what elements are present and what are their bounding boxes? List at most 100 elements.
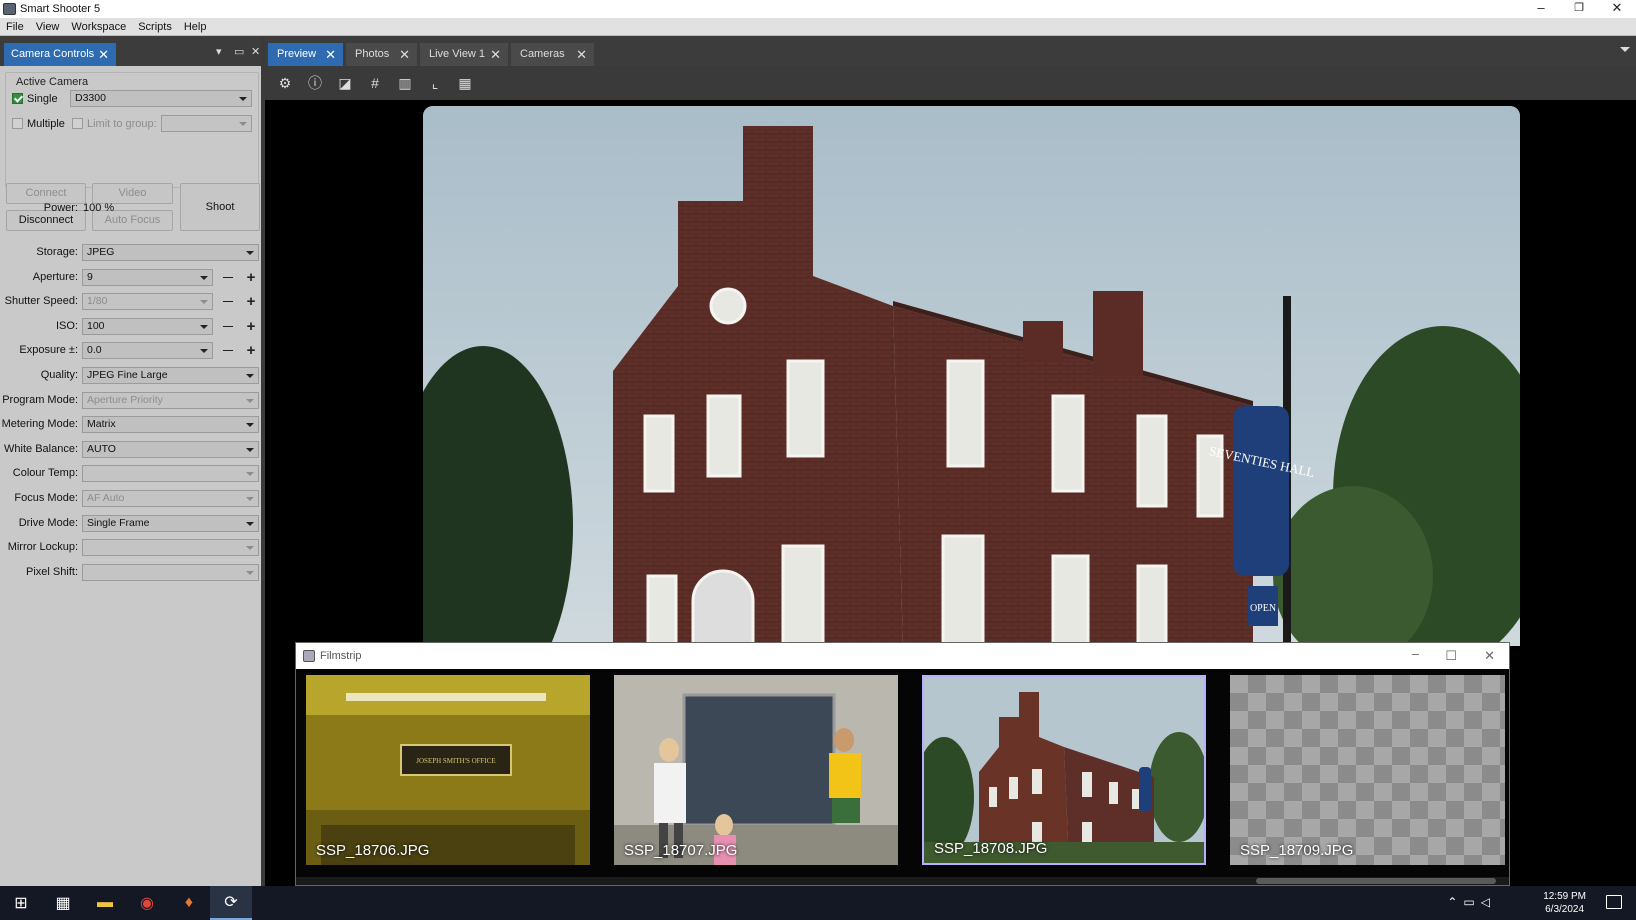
tab-live-view-1[interactable]: Live View 1 ✕ [420,43,508,66]
app-icon[interactable]: ♦ [168,886,210,920]
colour-temp-label: Colour Temp: [12,467,78,479]
drive-mode-value: Single Frame [87,517,150,529]
colour-temp-select[interactable] [82,465,259,482]
tab-camera-controls[interactable]: Camera Controls ✕ [4,43,116,66]
exposure-select[interactable]: 0.0 [82,342,213,359]
iso-decrement-button[interactable]: — [221,319,235,334]
shutter-speed-select[interactable]: 1/80 [82,293,213,310]
metering-mode-value: Matrix [87,418,116,430]
video-button[interactable]: Video [92,183,173,204]
shutter-speed-decrement-button[interactable]: — [221,294,235,309]
mirror-lockup-select[interactable] [82,539,259,556]
close-button[interactable]: ✕ [1598,0,1636,18]
chevron-down-icon [246,399,254,403]
info-icon[interactable]: ⓘ [305,73,325,93]
close-tab-icon[interactable]: ✕ [325,43,336,66]
system-tray-icons[interactable]: ⌃▭◁ [1447,895,1496,909]
quality-select[interactable]: JPEG Fine Large [82,367,259,384]
app-icon [3,3,16,15]
clock[interactable]: 12:59 PM 6/3/2024 [1543,890,1586,916]
chrome-icon[interactable]: ◉ [126,886,168,920]
grid-icon[interactable]: # [365,73,385,93]
limit-group-checkbox[interactable] [72,118,83,129]
minimize-button[interactable]: – [1522,0,1560,18]
maximize-icon[interactable]: ☐ [1445,643,1457,669]
aperture-increment-button[interactable]: + [244,270,258,285]
menu-workspace[interactable]: Workspace [65,21,132,33]
single-checkbox[interactable] [12,93,23,104]
pixel-shift-select[interactable] [82,564,259,581]
aperture-label: Aperture: [32,271,78,283]
qr-icon[interactable]: ▦ [455,73,475,93]
iso-label: ISO: [55,320,78,332]
close-tab-icon[interactable]: ✕ [490,43,501,66]
calculator-icon[interactable]: ▦ [42,886,84,920]
iso-select[interactable]: 100 [82,318,213,335]
chevron-down-icon [246,448,254,452]
chevron-down-icon [200,276,208,280]
focus-points-icon[interactable]: ⌞ [425,73,445,93]
notification-icon[interactable] [1606,895,1622,909]
iso-value: 100 [87,320,105,332]
thumbnail-ssp-18706[interactable]: JOSEPH SMITH'S OFFICE SSP_18706.JPG [306,675,590,865]
windows-start-icon[interactable]: ⊞ [0,886,42,920]
program-mode-value: Aperture Priority [87,394,163,406]
filmstrip-scrollbar[interactable] [296,877,1509,885]
tab-photos[interactable]: Photos ✕ [346,43,417,66]
thumbnail-ssp-18707[interactable]: SSP_18707.JPG [614,675,898,865]
close-icon[interactable]: ✕ [1484,643,1495,669]
gear-icon[interactable]: ⚙ [275,73,295,93]
storage-value: JPEG [87,246,115,258]
menu-file[interactable]: File [0,21,30,33]
panel-menu-icon[interactable]: ▾ [216,45,222,58]
program-mode-select[interactable]: Aperture Priority [82,392,259,409]
scrollbar-thumb[interactable] [1256,878,1496,884]
quality-label: Quality: [40,369,78,381]
panel-float-icon[interactable]: ▭ [234,45,244,58]
thumbnail-ssp-18708[interactable]: SSP_18708.JPG [922,675,1206,865]
focus-mode-select[interactable]: AF Auto [82,490,259,507]
aperture-select[interactable]: 9 [82,269,213,286]
close-tab-icon[interactable]: ✕ [399,43,410,66]
tab-cameras[interactable]: Cameras ✕ [511,43,594,66]
tab-label: Cameras [520,48,565,60]
minimize-icon[interactable]: – [1412,641,1419,667]
shoot-button[interactable]: Shoot [180,183,260,231]
thumbnail-ssp-18709[interactable]: SSP_18709.JPG [1230,675,1505,865]
camera-controls-panel: Camera Controls ✕ ▾ ▭ ✕ Active Camera Si… [0,36,265,886]
connect-button[interactable]: Connect [6,183,86,204]
exposure-decrement-button[interactable]: — [221,343,235,358]
menu-scripts[interactable]: Scripts [132,21,178,33]
shutter-speed-increment-button[interactable]: + [244,294,258,309]
title-bar: Smart Shooter 5 – ❐ ✕ [0,0,1636,18]
tab-list-chevron-icon[interactable] [1620,47,1630,52]
camera-select[interactable]: D3300 [70,90,252,107]
close-tab-icon[interactable]: ✕ [98,43,109,66]
metering-mode-select[interactable]: Matrix [82,416,259,433]
panel-close-icon[interactable]: ✕ [251,45,260,58]
file-explorer-icon[interactable]: ▬ [84,886,126,920]
restore-button[interactable]: ❐ [1560,0,1598,18]
multiple-checkbox[interactable] [12,118,23,129]
aperture-decrement-button[interactable]: — [221,270,235,285]
white-balance-select[interactable]: AUTO [82,441,259,458]
multiple-label: Multiple [27,118,65,130]
filmstrip-window-icon [303,650,315,662]
smart-shooter-icon[interactable]: ⟳ [210,886,252,920]
drive-mode-select[interactable]: Single Frame [82,515,259,532]
thumbnail-filename: SSP_18706.JPG [316,842,430,859]
storage-select[interactable]: JPEG [82,244,259,261]
menu-help[interactable]: Help [178,21,213,33]
tab-preview[interactable]: Preview ✕ [268,43,343,66]
preview-photo: SEVENTIES HALL OPEN [423,106,1520,646]
thumbnail-filename: SSP_18707.JPG [624,842,738,859]
close-tab-icon[interactable]: ✕ [576,43,587,66]
histogram-icon[interactable]: ▥ [395,73,415,93]
preview-image: SEVENTIES HALL OPEN [423,106,1520,646]
exposure-icon[interactable]: ◪ [335,73,355,93]
menu-view[interactable]: View [30,21,66,33]
group-select[interactable] [161,115,252,132]
exposure-increment-button[interactable]: + [244,343,258,358]
iso-increment-button[interactable]: + [244,319,258,334]
chevron-down-icon [246,472,254,476]
